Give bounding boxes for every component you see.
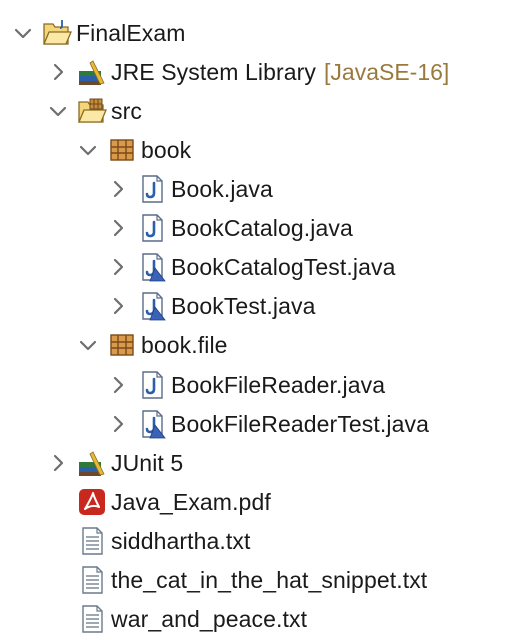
- tree-item-jre-library[interactable]: JRE System Library [JavaSE-16]: [47, 52, 449, 91]
- tree-item-label: book: [141, 136, 192, 163]
- tree-item-src-folder[interactable]: src: [47, 91, 142, 130]
- tree-item-label: BookFileReaderTest.java: [171, 410, 429, 437]
- tree-item-label: JRE System Library: [111, 58, 317, 85]
- tree-item-label: war_and_peace.txt: [111, 605, 308, 632]
- library-icon: [77, 448, 107, 478]
- jre-version-decoration: [JavaSE-16]: [324, 58, 450, 85]
- tree-item-bookfilereadertest-java[interactable]: BookFileReaderTest.java: [107, 404, 429, 443]
- text-file-icon: [77, 604, 107, 634]
- tree-item-bookcatalog-java[interactable]: BookCatalog.java: [107, 208, 353, 247]
- tree-item-book-java[interactable]: Book.java: [107, 169, 273, 208]
- tree-item-label: BookTest.java: [171, 292, 316, 319]
- tree-item-java-exam-pdf[interactable]: Java_Exam.pdf: [47, 482, 271, 521]
- package-icon: [107, 330, 137, 360]
- tree-item-label: siddhartha.txt: [111, 527, 251, 554]
- tree-item-label: BookCatalog.java: [171, 214, 353, 241]
- tree-item-bookcatalogtest-java[interactable]: BookCatalogTest.java: [107, 247, 395, 286]
- tree-item-junit-library[interactable]: JUnit 5: [47, 443, 183, 482]
- chevron-down-icon[interactable]: [12, 22, 34, 44]
- tree-item-label: Book.java: [171, 175, 273, 202]
- tree-item-label: BookCatalogTest.java: [171, 253, 396, 280]
- tree-item-package-book-file[interactable]: book.file: [77, 325, 228, 364]
- library-icon: [77, 57, 107, 87]
- source-folder-icon: [77, 96, 107, 126]
- chevron-right-icon[interactable]: [107, 374, 129, 396]
- tree-item-label: FinalExam: [76, 19, 186, 46]
- chevron-down-icon[interactable]: [77, 334, 99, 356]
- chevron-right-icon[interactable]: [107, 256, 129, 278]
- chevron-right-icon[interactable]: [47, 61, 69, 83]
- java-file-icon: [137, 370, 167, 400]
- tree-item-label: Java_Exam.pdf: [111, 488, 271, 515]
- chevron-right-icon[interactable]: [107, 217, 129, 239]
- tree-item-label: src: [111, 97, 142, 124]
- java-file-icon: [137, 213, 167, 243]
- java-project-icon: [42, 18, 72, 48]
- tree-item-label: book.file: [141, 331, 228, 358]
- tree-item-label: the_cat_in_the_hat_snippet.txt: [111, 566, 428, 593]
- chevron-down-icon[interactable]: [77, 139, 99, 161]
- tree-item-label: JUnit 5: [111, 449, 184, 476]
- tree-item-bookfilereader-java[interactable]: BookFileReader.java: [107, 365, 385, 404]
- chevron-right-icon[interactable]: [107, 413, 129, 435]
- chevron-right-icon[interactable]: [107, 295, 129, 317]
- chevron-down-icon[interactable]: [47, 100, 69, 122]
- tree-item-label: BookFileReader.java: [171, 371, 386, 398]
- tree-item-project[interactable]: FinalExam: [12, 13, 186, 52]
- tree-item-booktest-java[interactable]: BookTest.java: [107, 286, 316, 325]
- java-test-file-icon: [137, 291, 167, 321]
- chevron-right-icon[interactable]: [47, 452, 69, 474]
- text-file-icon: [77, 526, 107, 556]
- project-explorer-tree: FinalExam JRE System Library [JavaSE-16]…: [0, 0, 508, 634]
- text-file-icon: [77, 565, 107, 595]
- pdf-file-icon: [77, 487, 107, 517]
- tree-item-package-book[interactable]: book: [77, 130, 191, 169]
- tree-item-war-and-peace-txt[interactable]: war_and_peace.txt: [47, 599, 307, 638]
- java-test-file-icon: [137, 409, 167, 439]
- chevron-right-icon[interactable]: [107, 178, 129, 200]
- java-test-file-icon: [137, 252, 167, 282]
- tree-item-siddhartha-txt[interactable]: siddhartha.txt: [47, 521, 250, 560]
- java-file-icon: [137, 174, 167, 204]
- tree-item-cat-in-the-hat-txt[interactable]: the_cat_in_the_hat_snippet.txt: [47, 560, 427, 599]
- package-icon: [107, 135, 137, 165]
